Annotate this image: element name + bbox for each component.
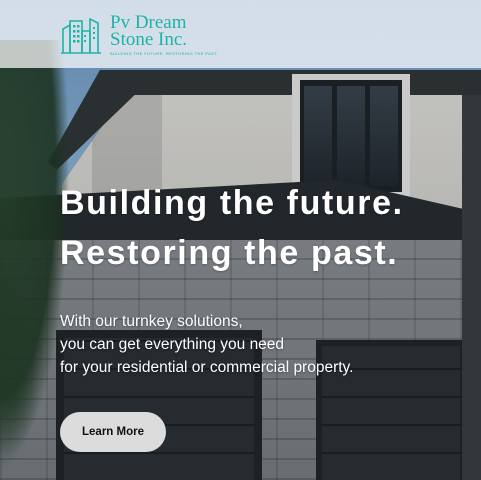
logo-link[interactable]: Pv Dream Stone Inc. BUILDING THE FUTURE.…: [60, 13, 219, 56]
learn-more-button[interactable]: Learn More: [60, 412, 166, 452]
hero-title-line: Restoring the past.: [60, 234, 399, 272]
hero-subtitle-line: With our turnkey solutions,: [60, 313, 243, 330]
site-header: Pv Dream Stone Inc. BUILDING THE FUTURE.…: [0, 0, 481, 68]
hero-title: Building the future. Restoring the past.: [60, 178, 404, 278]
hero-subtitle-line: for your residential or commercial prope…: [60, 359, 354, 376]
brand-name-line2: Stone Inc.: [110, 29, 188, 50]
hero-subtitle: With our turnkey solutions, you can get …: [60, 310, 353, 379]
hero-title-line: Building the future.: [60, 184, 404, 222]
hero-subtitle-line: you can get everything you need: [60, 336, 285, 353]
brand-tagline: BUILDING THE FUTURE. RESTORING THE PAST.: [110, 51, 219, 56]
logo-wordmark: Pv Dream Stone Inc. BUILDING THE FUTURE.…: [110, 13, 219, 56]
buildings-logo-icon: [61, 17, 101, 54]
